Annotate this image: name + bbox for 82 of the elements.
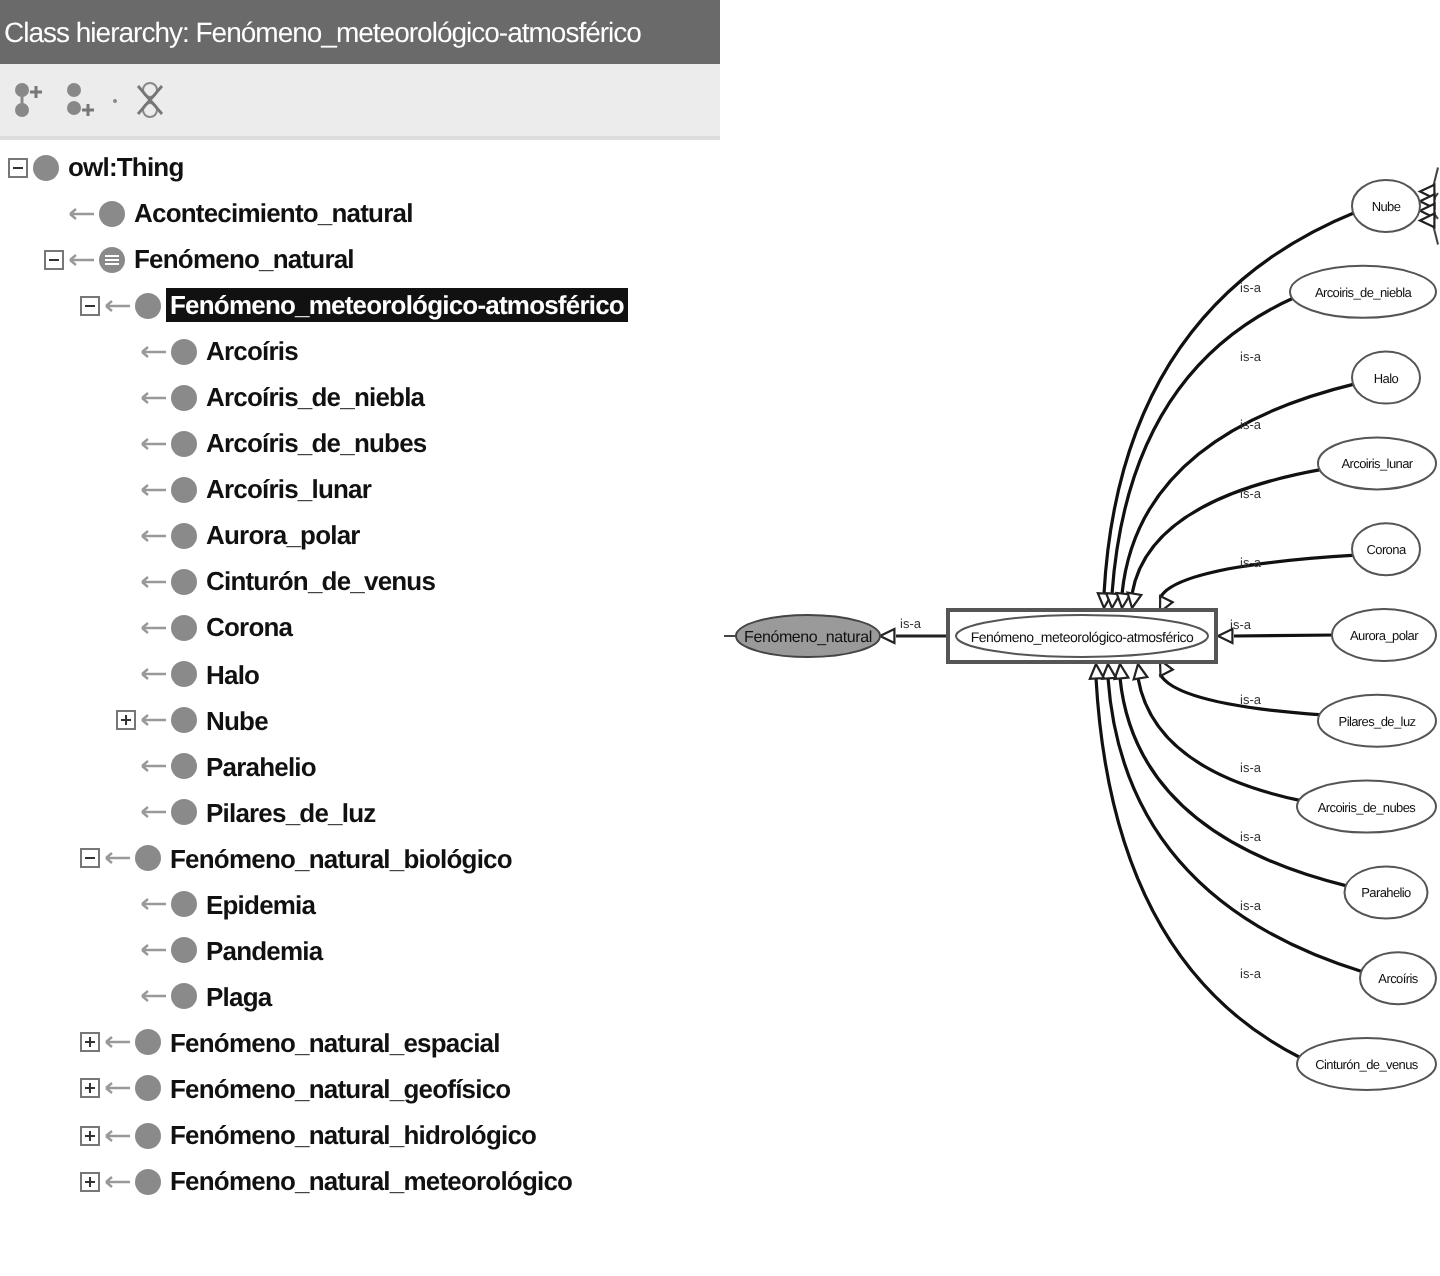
left-arrow-icon — [140, 619, 168, 636]
left-arrow-icon — [140, 712, 168, 729]
class-icon — [170, 475, 198, 504]
defined-class-icon — [98, 245, 126, 274]
class-tree-item[interactable]: Fenómeno_natural_hidrológico — [166, 1118, 541, 1152]
class-icon — [134, 844, 162, 873]
class-tree-item[interactable]: Cinturón_de_venus — [202, 564, 440, 599]
left-arrow-icon — [140, 573, 168, 590]
class-tree-item[interactable]: Fenómeno_natural_geofísico — [166, 1071, 515, 1106]
collapse-icon[interactable] — [80, 848, 100, 869]
parent-class-node[interactable]: Fenómeno_natural — [735, 614, 881, 658]
class-icon — [134, 1074, 162, 1103]
class-tree-item[interactable]: Arcoíris_lunar — [202, 472, 376, 507]
class-icon — [170, 798, 198, 827]
collapse-icon[interactable] — [80, 295, 100, 316]
left-arrow-icon — [140, 527, 168, 544]
collapse-icon[interactable] — [44, 249, 64, 270]
class-tree-item[interactable]: Epidemia — [202, 887, 320, 922]
left-arrow-icon — [140, 896, 168, 913]
class-icon — [170, 337, 198, 366]
class-tree-item[interactable]: Halo — [202, 657, 264, 692]
expand-icon[interactable] — [80, 1078, 100, 1099]
class-tree-item[interactable]: Arcoíris_de_niebla — [202, 380, 429, 415]
class-tree-item[interactable]: Corona — [202, 610, 297, 645]
left-arrow-icon — [140, 435, 168, 452]
left-arrow-icon — [140, 988, 168, 1005]
class-icon — [170, 890, 198, 919]
class-icon — [134, 1121, 162, 1149]
class-icon — [170, 613, 198, 642]
class-tree-item[interactable]: Pandemia — [202, 933, 327, 968]
class-tree-item[interactable]: Fenómeno_natural — [130, 242, 358, 277]
left-arrow-icon — [140, 389, 168, 406]
class-tree-item[interactable]: Parahelio — [202, 749, 320, 784]
class-icon — [134, 1028, 162, 1057]
class-icon — [98, 199, 126, 228]
class-icon — [134, 291, 162, 320]
left-arrow-icon — [140, 481, 168, 498]
class-icon — [170, 567, 198, 596]
expand-icon[interactable] — [116, 710, 136, 731]
class-icon — [170, 706, 198, 735]
class-tree-item[interactable]: owl:Thing — [64, 150, 188, 185]
class-tree-item[interactable]: Arcoíris_de_nubes — [202, 426, 431, 461]
left-arrow-icon — [104, 1034, 132, 1051]
expand-icon[interactable] — [80, 1125, 100, 1145]
panel-title: Class hierarchy: Fenómeno_meteorológico-atmosférico — [0, 0, 720, 64]
collapse-icon[interactable] — [8, 157, 28, 178]
left-arrow-icon — [68, 251, 96, 268]
class-icon — [32, 153, 60, 182]
edge-arrow — [1215, 627, 1336, 645]
class-tree-item[interactable]: Pilares_de_luz — [202, 795, 380, 830]
class-tree-item[interactable]: Fenómeno_natural_meteorológico — [166, 1164, 577, 1199]
class-tree-item[interactable]: Plaga — [202, 979, 276, 1014]
edge-arrow — [877, 627, 948, 645]
class-icon — [170, 752, 198, 781]
left-arrow-icon — [104, 850, 132, 867]
class-tree-item[interactable]: Fenómeno_meteorológico-atmosférico — [166, 288, 628, 323]
class-icon — [134, 1167, 162, 1196]
expand-icon[interactable] — [80, 1032, 100, 1053]
left-arrow-icon — [140, 804, 168, 821]
left-arrow-icon — [68, 205, 96, 222]
left-arrow-icon — [104, 297, 132, 314]
class-tree-item[interactable]: Arcoíris — [202, 334, 302, 369]
class-icon — [170, 521, 198, 550]
left-arrow-icon — [140, 666, 168, 683]
left-arrow-icon — [140, 942, 168, 959]
class-icon — [170, 429, 198, 458]
class-tree-item[interactable]: Fenómeno_natural_espacial — [166, 1025, 504, 1060]
class-icon — [170, 383, 198, 412]
left-arrow-icon — [104, 1080, 132, 1097]
separator-dot-icon — [112, 97, 118, 103]
left-arrow-icon — [140, 758, 168, 775]
class-icon — [170, 660, 198, 689]
class-icon — [170, 982, 198, 1011]
class-icon — [170, 936, 198, 965]
class-tree-item[interactable]: Fenómeno_natural_biológico — [166, 841, 516, 876]
class-tree-item[interactable]: Aurora_polar — [202, 518, 364, 553]
left-arrow-icon — [104, 1173, 132, 1190]
class-tree-item[interactable]: Acontecimiento_natural — [130, 196, 417, 231]
left-arrow-icon — [140, 343, 168, 360]
left-arrow-icon — [104, 1127, 132, 1143]
class-tree-item[interactable]: Nube — [202, 703, 272, 738]
expand-icon[interactable] — [80, 1171, 100, 1192]
